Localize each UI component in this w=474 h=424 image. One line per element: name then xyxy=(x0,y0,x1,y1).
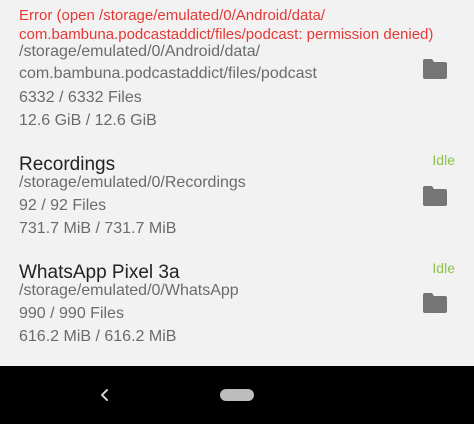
folder-list: Error (open /storage/emulated/0/Android/… xyxy=(0,0,474,366)
navigation-bar xyxy=(0,366,474,424)
folder-icon[interactable] xyxy=(423,186,447,206)
error-message: Error (open /storage/emulated/0/Android/… xyxy=(19,7,434,43)
folder-path: /storage/emulated/0/WhatsApp xyxy=(19,282,239,299)
folder-icon[interactable] xyxy=(423,293,447,313)
folder-size: 731.7 MiB / 731.7 MiB xyxy=(19,220,177,237)
folder-icon[interactable] xyxy=(423,59,447,79)
folder-path-line2: com.bambuna.podcastaddict/files/podcast xyxy=(19,65,317,82)
screen: Error (open /storage/emulated/0/Android/… xyxy=(0,0,474,424)
chevron-left-icon xyxy=(101,389,108,401)
folder-item-whatsapp[interactable]: WhatsApp Pixel 3a Idle /storage/emulated… xyxy=(0,258,474,358)
folder-title: Recordings xyxy=(19,154,116,175)
folder-file-count: 6332 / 6332 Files xyxy=(19,89,142,106)
status-badge: Idle xyxy=(432,260,455,276)
folder-item-podcast[interactable]: Error (open /storage/emulated/0/Android/… xyxy=(0,0,474,140)
status-badge: Idle xyxy=(432,152,455,168)
folder-title: WhatsApp Pixel 3a xyxy=(19,262,180,283)
back-button[interactable] xyxy=(93,383,117,407)
folder-size: 12.6 GiB / 12.6 GiB xyxy=(19,112,157,129)
folder-file-count: 990 / 990 Files xyxy=(19,305,124,322)
home-button[interactable] xyxy=(220,389,254,401)
folder-item-recordings[interactable]: Recordings Idle /storage/emulated/0/Reco… xyxy=(0,150,474,250)
folder-size: 616.2 MiB / 616.2 MiB xyxy=(19,328,177,345)
folder-file-count: 92 / 92 Files xyxy=(19,197,107,214)
folder-path: /storage/emulated/0/Recordings xyxy=(19,174,246,191)
folder-path-line1: /storage/emulated/0/Android/data/ xyxy=(19,43,261,60)
